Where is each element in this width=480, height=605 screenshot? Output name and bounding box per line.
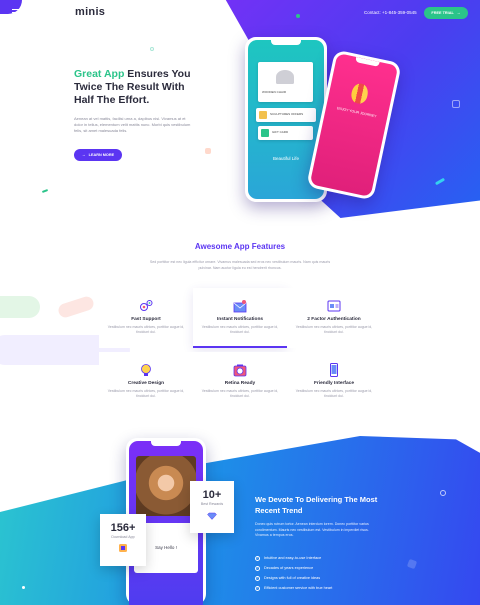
feature-name: Retina Ready [224, 381, 256, 386]
feature-description: Vestibulum nec mauris ultrices, porttito… [201, 389, 279, 398]
devote-title: We Devote To Delivering The Most Recent … [255, 495, 378, 515]
phone-notch [151, 441, 181, 446]
brand-logo[interactable]: minis [75, 6, 105, 18]
learn-more-label: LEARN MORE [88, 153, 115, 157]
arrow-right-icon: → [456, 11, 461, 15]
hot-air-balloon-icon [349, 82, 370, 105]
feature-card-instant-notifications[interactable]: Instant Notifications Vestibulum nec mau… [193, 288, 287, 348]
hero-description: Aenean at vel mattis, facilisi urna a, d… [74, 116, 191, 133]
checklist-text: Decades of years experience [264, 566, 314, 570]
feature-description: Vestibulum nec mauris ultrices, porttito… [295, 389, 373, 398]
downloads-stat-card: 156+ Download App [100, 514, 146, 566]
devote-gradient-background [0, 436, 480, 605]
check-circle-icon: ✓ [255, 565, 260, 571]
feature-card-2fa[interactable]: 2 Factor Authentication Vestibulum nec m… [287, 288, 381, 348]
product-thumb [261, 129, 269, 137]
product-name: GIFT CARD [272, 130, 289, 134]
product-card: WOODEN CHAIR [258, 62, 313, 102]
hamburger-menu-icon[interactable] [12, 9, 21, 16]
free-trial-button[interactable]: FREE TRIAL → [424, 7, 468, 19]
downloads-value: 156+ [110, 522, 136, 534]
downloads-label: Download App [111, 535, 135, 539]
checklist-item: ✓ Intuitive and easy-to-use Interface [255, 553, 332, 563]
devote-description: Donec quis rutrum tortor. Aenean interdu… [255, 522, 369, 537]
feature-name: Creative Design [127, 381, 165, 386]
chair-image [276, 70, 294, 84]
decorative-dot [22, 586, 25, 589]
feature-card-retina-ready[interactable]: Retina Ready Vestibulum nec mauris ultri… [193, 352, 287, 412]
checklist-text: Intuitive and easy-to-use Interface [264, 556, 322, 560]
app-icon [119, 544, 127, 552]
decorative-dot [41, 189, 49, 193]
feature-name: Friendly Interface [314, 381, 354, 386]
checklist-item: ✓ Efficient customer service with true he… [255, 583, 332, 593]
envelope-icon [233, 300, 247, 313]
feature-description: Vestibulum nec mauris ultrices, porttito… [295, 325, 373, 334]
hero-title: Great App Ensures You Twice The Result W… [74, 68, 204, 107]
check-circle-icon: ✓ [255, 555, 260, 561]
decorative-pill [0, 296, 40, 318]
phone-notch [271, 40, 301, 45]
feature-name: 2 Factor Authentication [307, 317, 361, 322]
free-trial-label: FREE TRIAL [431, 11, 454, 15]
product-card: GIFT CARD [258, 126, 313, 140]
id-card-icon [327, 300, 341, 312]
learn-more-arrow-icon: → [81, 153, 86, 157]
feature-name: Fast Support [131, 317, 161, 322]
decorative-dot [296, 14, 300, 18]
feature-description: Vestibulum nec mauris ultrices, porttito… [107, 325, 185, 334]
lightbulb-icon [141, 364, 151, 376]
checklist-text: Efficient customer service with true hea… [264, 586, 333, 590]
diamond-icon [207, 512, 217, 520]
feature-checklist: ✓ Intuitive and easy-to-use Interface ✓ De… [255, 553, 332, 593]
rewards-value: 10+ [202, 489, 222, 501]
features-subtitle: Sed porttitor est nec ligula efficitur o… [149, 260, 331, 270]
decorative-dot [440, 490, 446, 496]
contact-phone: Contact: +1-845-359-0545 [364, 10, 417, 15]
feature-card-friendly-interface[interactable]: Friendly Interface Vestibulum nec mauris… [287, 352, 381, 412]
decorative-dot [150, 47, 154, 51]
feature-name: Instant Notifications [216, 317, 264, 322]
smartphone-icon [330, 363, 338, 377]
learn-more-button[interactable]: → LEARN MORE [74, 149, 122, 161]
checklist-item: ✓ Designs with full of creative ideas [255, 573, 332, 583]
hero-title-accent: Great App [74, 68, 125, 80]
camera-icon [233, 364, 247, 377]
product-thumb [259, 111, 267, 119]
check-circle-icon: ✓ [255, 575, 260, 581]
product-card: SCULPTURES OFFERS [256, 108, 316, 122]
checklist-text: Designs with full of creative ideas [264, 576, 321, 580]
feature-card-creative-design[interactable]: Creative Design Vestibulum nec mauris ul… [99, 352, 193, 412]
checklist-item: ✓ Decades of years experience [255, 563, 332, 573]
feature-description: Vestibulum nec mauris ultrices, porttito… [201, 325, 279, 334]
feature-card-fast-support[interactable]: Fast Support Vestibulum nec mauris ultri… [99, 288, 193, 348]
phone-notch [355, 56, 380, 67]
product-name: SCULPTURES OFFERS [270, 112, 304, 116]
features-title: Awesome App Features [194, 242, 286, 251]
gear-icon [140, 300, 153, 311]
decorative-dot [205, 148, 211, 154]
phone2-caption: ENJOY YOUR JOURNEY [336, 106, 377, 119]
decorative-dot [452, 100, 460, 108]
decorative-pill [56, 294, 96, 320]
rewards-label: Best Rewards [200, 502, 224, 506]
rewards-stat-card: 10+ Best Rewards [190, 481, 234, 533]
feature-description: Vestibulum nec mauris ultrices, porttito… [107, 389, 185, 398]
check-circle-icon: ✓ [255, 585, 260, 591]
profile-photo [136, 456, 196, 516]
product-name: WOODEN CHAIR [262, 90, 286, 94]
